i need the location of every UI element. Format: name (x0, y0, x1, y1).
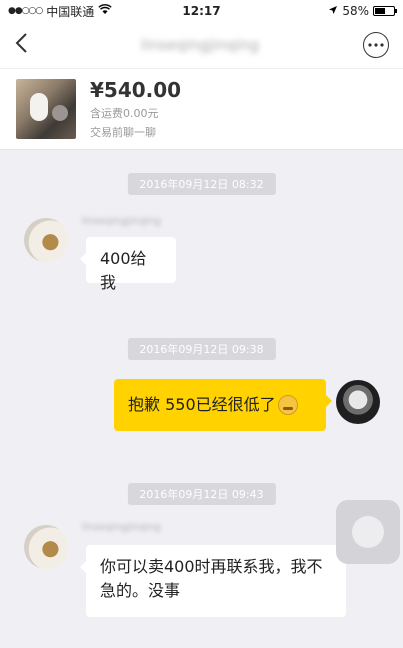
carrier-name: 中国联通 (46, 4, 95, 19)
signal-strength: ●●○○○ (8, 6, 43, 16)
wifi-icon (98, 4, 112, 18)
message-timestamp: 2016年09月12日 09:38 (127, 338, 276, 360)
battery-level (375, 8, 386, 14)
grimace-emoji-icon (277, 395, 298, 415)
chevron-left-icon (15, 33, 27, 53)
product-card[interactable]: ¥540.00 含运费0.00元 交易前聊一聊 (0, 68, 403, 150)
incoming-message[interactable]: 你可以卖400时再联系我，我不急的。没事 (80, 545, 346, 617)
status-bar: ●●○○○ 中国联通 12:17 58% (0, 0, 403, 22)
avatar[interactable] (336, 380, 380, 424)
product-price: ¥540.00 (90, 78, 182, 102)
battery-percentage: 58% (342, 4, 369, 18)
navigation-bar: linseqingjinqing (0, 22, 403, 68)
chat-area[interactable]: 2016年09月12日 08:32 linseqingjinqing 400给我… (0, 150, 403, 648)
message-text: 抱歉 550已经很低了 (128, 395, 276, 414)
avatar[interactable] (24, 218, 68, 262)
outgoing-message[interactable]: 抱歉 550已经很低了 (114, 379, 332, 431)
shipping-info: 含运费0.00元 (90, 107, 159, 120)
avatar[interactable] (24, 525, 68, 569)
back-button[interactable] (14, 32, 28, 58)
location-arrow-icon (328, 4, 338, 18)
sender-name: linseqingjinqing (82, 522, 161, 533)
chat-partner-name: linseqingjinqing (140, 36, 260, 54)
assistive-touch-button[interactable] (336, 500, 400, 564)
sender-name: linseqingjinqing (82, 216, 161, 227)
assistive-touch-core (352, 516, 384, 548)
more-dots-icon (368, 43, 384, 47)
message-timestamp: 2016年09月12日 09:43 (127, 483, 276, 505)
chat-hint: 交易前聊一聊 (90, 126, 156, 139)
message-timestamp: 2016年09月12日 08:32 (127, 173, 276, 195)
more-options-button[interactable] (363, 32, 389, 58)
battery-icon (373, 6, 397, 16)
product-image[interactable] (16, 79, 76, 139)
incoming-message[interactable]: 400给我 (80, 237, 176, 292)
